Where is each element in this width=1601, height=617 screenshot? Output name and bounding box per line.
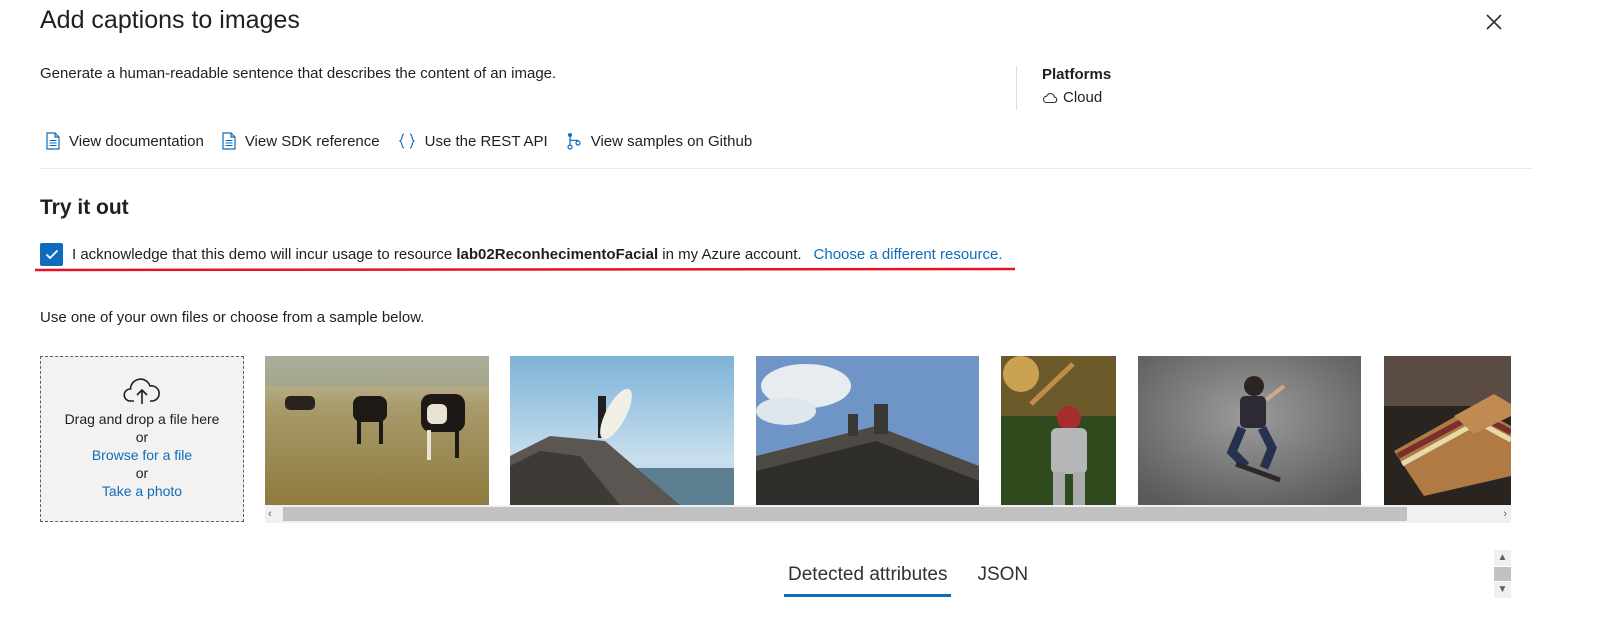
view-sdk-reference-link[interactable]: View SDK reference [222, 132, 380, 150]
tab-json[interactable]: JSON [973, 560, 1032, 597]
red-annotation-underline [34, 267, 1016, 272]
vertical-scrollbar[interactable]: ▲ ▼ [1494, 550, 1511, 600]
scrollbar-thumb[interactable] [283, 507, 1407, 521]
platforms-value: Cloud [1042, 89, 1102, 106]
choose-different-resource-link[interactable]: Choose a different resource. [814, 246, 1003, 263]
or-text: or [135, 429, 149, 445]
use-rest-api-label: Use the REST API [424, 132, 548, 150]
page-description: Generate a human-readable sentence that … [40, 65, 557, 82]
view-samples-github-label: View samples on Github [590, 132, 753, 150]
page-title: Add captions to images [40, 6, 300, 34]
divider [1016, 66, 1017, 110]
sample-image-sandwich[interactable] [1384, 356, 1511, 505]
drag-drop-text: Drag and drop a file here [64, 411, 220, 427]
surfer-on-rock-image [510, 356, 734, 505]
sandwich-image [1384, 356, 1511, 505]
scroll-up-icon[interactable]: ▲ [1494, 550, 1511, 566]
try-it-out-heading: Try it out [40, 196, 129, 219]
use-rest-api-link[interactable]: Use the REST API [398, 132, 548, 150]
branch-icon [567, 133, 581, 150]
resource-links: View documentation View SDK reference Us… [46, 132, 752, 150]
tab-detected-attributes[interactable]: Detected attributes [784, 560, 952, 597]
sample-image-building[interactable] [756, 356, 979, 505]
scrollbar-thumb[interactable] [1494, 567, 1511, 581]
scroll-down-icon[interactable]: ▼ [1494, 582, 1511, 598]
file-dropzone[interactable]: Drag and drop a file here or Browse for … [40, 356, 244, 522]
sample-image-surfer[interactable] [510, 356, 734, 505]
braces-icon [398, 133, 416, 149]
building-statue-image [756, 356, 979, 505]
acknowledge-suffix: in my Azure account. [662, 246, 802, 263]
cows-in-field-image [265, 356, 489, 505]
resource-name: lab02ReconhecimentoFacial [456, 246, 659, 263]
baseball-batter-image [1001, 356, 1116, 505]
use-files-instructions: Use one of your own files or choose from… [40, 309, 425, 326]
sample-image-baseball[interactable] [1001, 356, 1116, 505]
document-icon [46, 132, 60, 150]
platforms-label: Platforms [1042, 66, 1112, 83]
cloud-upload-icon [123, 378, 160, 404]
or-text: or [135, 465, 149, 481]
view-documentation-label: View documentation [69, 132, 204, 150]
scroll-right-icon[interactable]: › [1503, 508, 1507, 520]
horizontal-scrollbar[interactable]: ‹ › [265, 505, 1511, 523]
skateboarder-image [1138, 356, 1361, 505]
acknowledge-prefix: I acknowledge that this demo will incur … [72, 246, 453, 263]
acknowledge-checkbox[interactable] [40, 243, 63, 266]
sample-image-cows[interactable] [265, 356, 489, 505]
browse-file-link[interactable]: Browse for a file [41, 446, 243, 464]
checkmark-icon [45, 249, 58, 260]
close-icon[interactable] [1484, 12, 1504, 32]
section-divider [40, 168, 1532, 169]
acknowledge-row: I acknowledge that this demo will incur … [40, 243, 1003, 266]
cloud-icon [1043, 92, 1058, 103]
platform-cloud: Cloud [1063, 89, 1103, 106]
result-tabs: Detected attributes JSON [784, 560, 1054, 597]
view-samples-github-link[interactable]: View samples on Github [566, 132, 752, 150]
acknowledge-text: I acknowledge that this demo will incur … [72, 246, 802, 263]
take-photo-link[interactable]: Take a photo [41, 482, 243, 500]
view-sdk-reference-label: View SDK reference [244, 132, 380, 150]
scroll-left-icon[interactable]: ‹ [268, 508, 272, 520]
sample-image-skateboarder[interactable] [1138, 356, 1361, 505]
view-documentation-link[interactable]: View documentation [46, 132, 204, 150]
document-icon [222, 132, 236, 150]
